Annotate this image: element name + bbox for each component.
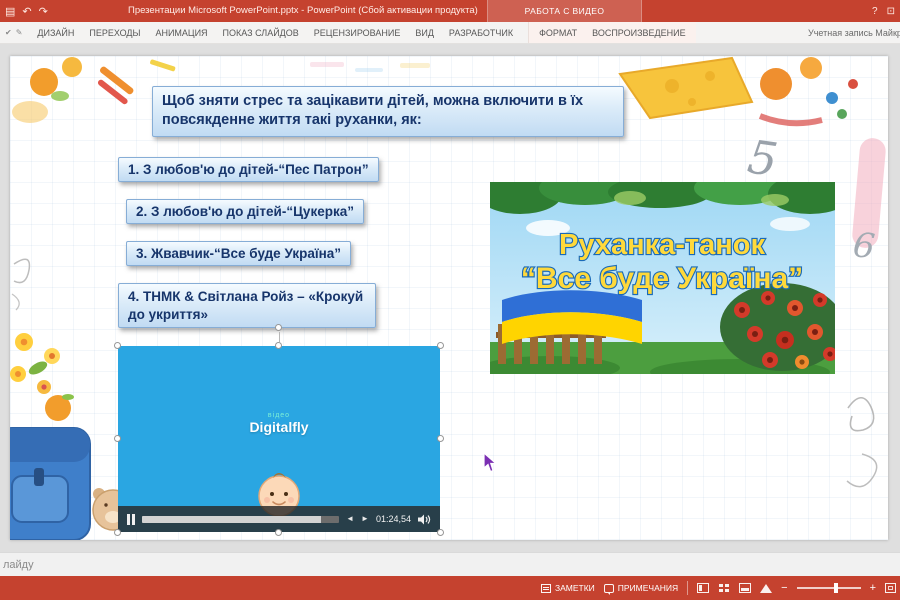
decor-number-6: 6 <box>851 225 877 267</box>
window-title: Презентации Microsoft PowerPoint.pptx - … <box>128 0 478 22</box>
mouse-cursor <box>483 452 498 473</box>
normal-view-button[interactable] <box>697 583 709 593</box>
slide-title-textbox[interactable]: Щоб зняти стрес та зацікавити дітей, мож… <box>152 86 624 137</box>
tab-transitions[interactable]: ПЕРЕХОДЫ <box>89 28 140 38</box>
comments-toggle-label: ПРИМЕЧАНИЯ <box>618 583 678 593</box>
notes-icon <box>541 584 551 593</box>
video-frame[interactable]: відео Digitalfly <box>118 346 440 532</box>
undo-icon[interactable]: ↶ <box>22 5 31 18</box>
zoom-slider-thumb[interactable] <box>834 583 838 593</box>
comments-icon <box>604 584 614 593</box>
video-tools-tab-group[interactable]: РАБОТА С ВИДЕО <box>487 0 642 22</box>
video-contextual-tabs: ФОРМАТ ВОСПРОИЗВЕДЕНИЕ <box>528 22 696 43</box>
decor-backpack <box>10 428 90 540</box>
reading-view-button[interactable] <box>739 583 751 593</box>
rotation-handle-line <box>279 332 280 342</box>
tab-view[interactable]: ВИД <box>415 28 434 38</box>
video-watermark-small: відео <box>118 412 440 419</box>
list-textbox-3[interactable]: 3. Жвавчик-“Все буде Україна” <box>126 241 351 266</box>
pause-icon[interactable] <box>127 514 135 525</box>
help-icon[interactable]: ? <box>872 6 878 17</box>
video-time: 01:24,54 <box>376 514 411 524</box>
tab-animation[interactable]: АНИМАЦИЯ <box>155 28 207 38</box>
zoom-slider[interactable] <box>797 587 861 589</box>
status-divider <box>687 581 688 595</box>
quick-access-toolbar: ▤ ↶ ↷ <box>5 0 48 22</box>
save-icon[interactable]: ▤ <box>5 5 15 18</box>
tab-playback[interactable]: ВОСПРОИЗВЕДЕНИЕ <box>592 28 685 38</box>
video-progress-fill <box>142 516 321 523</box>
tab-developer[interactable]: РАЗРАБОТЧИК <box>449 28 513 38</box>
resize-handle-left[interactable] <box>114 435 121 442</box>
step-back-icon[interactable]: ◄ <box>346 515 354 523</box>
resize-handle-top-left[interactable] <box>114 342 121 349</box>
slide-canvas[interactable]: 5 6 <box>10 56 888 540</box>
tab-slideshow[interactable]: ПОКАЗ СЛАЙДОВ <box>223 28 299 38</box>
tab-format[interactable]: ФОРМАТ <box>539 28 577 38</box>
notes-toggle-label: ЗАМЕТКИ <box>555 583 595 593</box>
video-progress-bar[interactable] <box>142 516 339 523</box>
zoom-out-button[interactable]: − <box>781 583 787 594</box>
video-watermark-brand: Digitalfly <box>118 419 440 435</box>
zoom-in-button[interactable]: + <box>870 583 876 594</box>
resize-handle-bottom-right[interactable] <box>437 529 444 536</box>
editing-area: 5 6 <box>0 43 900 552</box>
tab-design[interactable]: ДИЗАЙН <box>37 28 74 38</box>
step-forward-icon[interactable]: ► <box>361 515 369 523</box>
slide-sorter-view-button[interactable] <box>718 583 730 593</box>
slide-picture[interactable]: Руханка-танок “Все буде Україна” <box>490 182 835 374</box>
list-textbox-4[interactable]: 4. ТНМК & Світлана Ройз – «Крокуй до укр… <box>118 283 376 328</box>
status-bar: ЗАМЕТКИ ПРИМЕЧАНИЯ − + <box>0 576 900 600</box>
volume-icon[interactable] <box>418 514 431 525</box>
ribbon-tab-row: ✔ ✎ ДИЗАЙН ПЕРЕХОДЫ АНИМАЦИЯ ПОКАЗ СЛАЙД… <box>0 22 900 44</box>
resize-handle-bottom-left[interactable] <box>114 529 121 536</box>
video-watermark: відео Digitalfly <box>118 412 440 435</box>
notes-pane[interactable]: лайду <box>0 552 900 577</box>
picture-title-line1: Руханка-танок <box>559 229 765 261</box>
title-bar: ▤ ↶ ↷ Презентации Microsoft PowerPoint.p… <box>0 0 900 22</box>
resize-handle-right[interactable] <box>437 435 444 442</box>
notes-pane-text: лайду <box>3 559 34 571</box>
resize-handle-bottom[interactable] <box>275 529 282 536</box>
comments-toggle-button[interactable]: ПРИМЕЧАНИЯ <box>604 583 678 593</box>
account-button[interactable]: Учетная запись Майкрос <box>808 28 900 38</box>
titlebar-controls: ? ⊡ <box>872 0 895 22</box>
decor-number-5: 5 <box>744 129 781 187</box>
status-bar-right: ЗАМЕТКИ ПРИМЕЧАНИЯ − + <box>541 576 896 600</box>
video-object[interactable]: відео Digitalfly <box>118 346 440 532</box>
ribbon-left-icons: ✔ ✎ <box>5 28 22 37</box>
fit-slide-button[interactable] <box>885 583 896 593</box>
tab-review[interactable]: РЕЦЕНЗИРОВАНИЕ <box>314 28 401 38</box>
list-textbox-1[interactable]: 1. З любов'ю до дітей-“Пес Патрон” <box>118 157 379 182</box>
resize-handle-top[interactable] <box>275 342 282 349</box>
ribbon-display-icon[interactable]: ⊡ <box>887 6 895 17</box>
notes-toggle-button[interactable]: ЗАМЕТКИ <box>541 583 595 593</box>
decor-flowers-left <box>10 333 60 394</box>
redo-icon[interactable]: ↷ <box>39 5 48 18</box>
slideshow-view-button[interactable] <box>760 584 772 593</box>
picture-title-line2: “Все буде Україна” <box>521 262 803 295</box>
edit-icon[interactable]: ✎ <box>16 28 23 37</box>
rotation-handle[interactable] <box>275 324 282 331</box>
list-textbox-2[interactable]: 2. З любов'ю до дітей-“Цукерка” <box>126 199 364 224</box>
spellcheck-icon[interactable]: ✔ <box>5 28 12 37</box>
resize-handle-top-right[interactable] <box>437 342 444 349</box>
powerpoint-window: ▤ ↶ ↷ Презентации Microsoft PowerPoint.p… <box>0 0 900 600</box>
